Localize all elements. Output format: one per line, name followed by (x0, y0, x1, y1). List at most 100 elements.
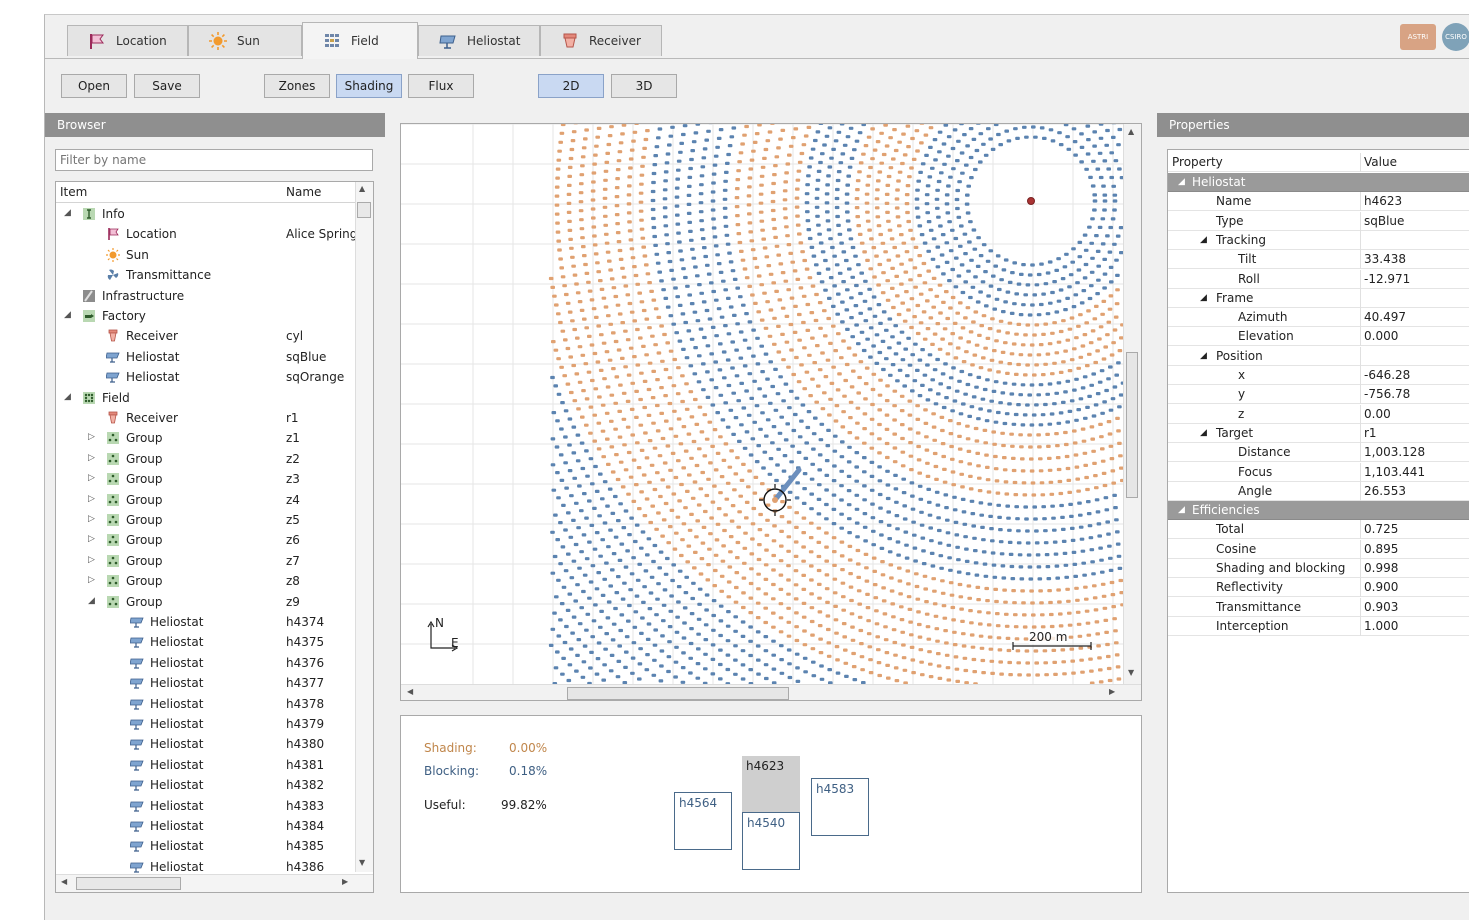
heliostat-marker[interactable] (759, 184, 764, 187)
heliostat-marker[interactable] (724, 225, 729, 228)
heliostat-marker[interactable] (826, 359, 831, 362)
heliostat-marker[interactable] (1014, 413, 1019, 416)
heliostat-marker[interactable] (895, 188, 900, 191)
heliostat-marker[interactable] (943, 629, 948, 632)
tree-row[interactable]: Sun (56, 245, 356, 265)
heliostat-marker[interactable] (557, 248, 562, 251)
heliostat-marker[interactable] (593, 154, 598, 157)
heliostat-marker[interactable] (719, 271, 724, 274)
heliostat-marker[interactable] (1042, 517, 1047, 520)
heliostat-marker[interactable] (867, 632, 872, 635)
heliostat-marker[interactable] (749, 453, 754, 456)
heliostat-marker[interactable] (741, 259, 746, 262)
heliostat-marker[interactable] (877, 437, 882, 440)
heliostat-marker[interactable] (779, 630, 784, 633)
heliostat-marker[interactable] (959, 224, 964, 227)
heliostat-marker[interactable] (872, 295, 877, 298)
heliostat-marker[interactable] (865, 259, 870, 262)
heliostat-marker[interactable] (904, 271, 909, 274)
heliostat-marker[interactable] (605, 412, 610, 415)
heliostat-marker[interactable] (1109, 176, 1114, 179)
heliostat-marker[interactable] (605, 242, 610, 245)
heliostat-marker[interactable] (894, 275, 899, 278)
heliostat-marker[interactable] (884, 638, 889, 641)
heliostat-marker[interactable] (832, 479, 837, 482)
heliostat-marker[interactable] (648, 521, 653, 524)
heliostat-marker[interactable] (1116, 665, 1121, 668)
property-row[interactable]: y-756.78 (1168, 385, 1469, 404)
heliostat-marker[interactable] (834, 618, 839, 621)
heliostat-marker[interactable] (735, 205, 740, 208)
heliostat-marker[interactable] (885, 211, 890, 214)
heliostat-marker[interactable] (966, 437, 971, 440)
heliostat-marker[interactable] (726, 654, 731, 657)
heliostat-marker[interactable] (995, 612, 1000, 615)
heliostat-marker[interactable] (589, 457, 594, 460)
heliostat-marker[interactable] (892, 628, 897, 631)
heliostat-marker[interactable] (954, 521, 959, 524)
heliostat-marker[interactable] (1117, 167, 1122, 170)
heliostat-marker[interactable] (1038, 457, 1043, 460)
heliostat-marker[interactable] (636, 363, 641, 366)
heliostat-marker[interactable] (556, 312, 561, 315)
heliostat-marker[interactable] (856, 342, 861, 345)
heliostat-marker[interactable] (897, 141, 902, 144)
heliostat-marker[interactable] (892, 418, 897, 421)
heliostat-marker[interactable] (1076, 408, 1081, 411)
heliostat-marker[interactable] (869, 671, 874, 674)
heliostat-marker[interactable] (1114, 641, 1119, 644)
heliostat-marker[interactable] (557, 159, 562, 162)
heliostat-marker[interactable] (1020, 457, 1025, 460)
heliostat-marker[interactable] (1068, 369, 1073, 372)
heliostat-marker[interactable] (1026, 541, 1031, 544)
heliostat-marker[interactable] (943, 617, 948, 620)
heliostat-marker[interactable] (641, 601, 646, 604)
heliostat-marker[interactable] (818, 327, 823, 330)
heliostat-marker[interactable] (714, 334, 719, 337)
heliostat-marker[interactable] (765, 534, 770, 537)
heliostat-marker[interactable] (747, 212, 752, 215)
heliostat-marker[interactable] (959, 460, 964, 463)
heliostat-marker[interactable] (634, 124, 639, 125)
heliostat-marker[interactable] (786, 578, 791, 581)
heliostat-marker[interactable] (945, 519, 950, 522)
heliostat-marker[interactable] (633, 540, 638, 543)
property-value[interactable]: r1 (1364, 426, 1377, 440)
heliostat-marker[interactable] (890, 267, 895, 270)
heliostat-marker[interactable] (603, 480, 608, 483)
property-value[interactable]: 1,003.128 (1364, 445, 1425, 459)
heliostat-marker[interactable] (1083, 417, 1088, 420)
heliostat-marker[interactable] (839, 527, 844, 530)
heliostat-marker[interactable] (845, 210, 850, 213)
heliostat-marker[interactable] (989, 285, 994, 288)
heliostat-marker[interactable] (592, 234, 597, 237)
heliostat-marker[interactable] (854, 284, 859, 287)
heliostat-marker[interactable] (595, 587, 600, 590)
heliostat-marker[interactable] (653, 544, 658, 547)
heliostat-marker[interactable] (1083, 276, 1088, 279)
heliostat-marker[interactable] (926, 625, 931, 628)
heliostat-marker[interactable] (580, 164, 585, 167)
heliostat-marker[interactable] (853, 255, 858, 258)
heliostat-marker[interactable] (586, 613, 591, 616)
property-value[interactable]: 0.725 (1364, 522, 1398, 536)
heliostat-marker[interactable] (723, 189, 728, 192)
heliostat-marker[interactable] (555, 177, 560, 180)
heliostat-marker[interactable] (809, 536, 814, 539)
heliostat-marker[interactable] (922, 310, 927, 313)
heliostat-marker[interactable] (870, 403, 875, 406)
heliostat-marker[interactable] (1070, 261, 1075, 264)
heliostat-marker[interactable] (988, 636, 993, 639)
heliostat-marker[interactable] (582, 318, 587, 321)
tree-row[interactable]: Heliostath4383 (56, 796, 356, 816)
heliostat-marker[interactable] (1108, 365, 1113, 368)
heliostat-marker[interactable] (711, 672, 716, 675)
heliostat-marker[interactable] (647, 388, 652, 391)
heliostat-marker[interactable] (645, 129, 650, 132)
heliostat-marker[interactable] (679, 142, 684, 145)
heliostat-marker[interactable] (794, 127, 799, 130)
heliostat-marker[interactable] (970, 633, 975, 636)
heliostat-marker[interactable] (765, 255, 770, 258)
heliostat-marker[interactable] (1039, 423, 1044, 426)
heliostat-marker[interactable] (780, 672, 785, 675)
